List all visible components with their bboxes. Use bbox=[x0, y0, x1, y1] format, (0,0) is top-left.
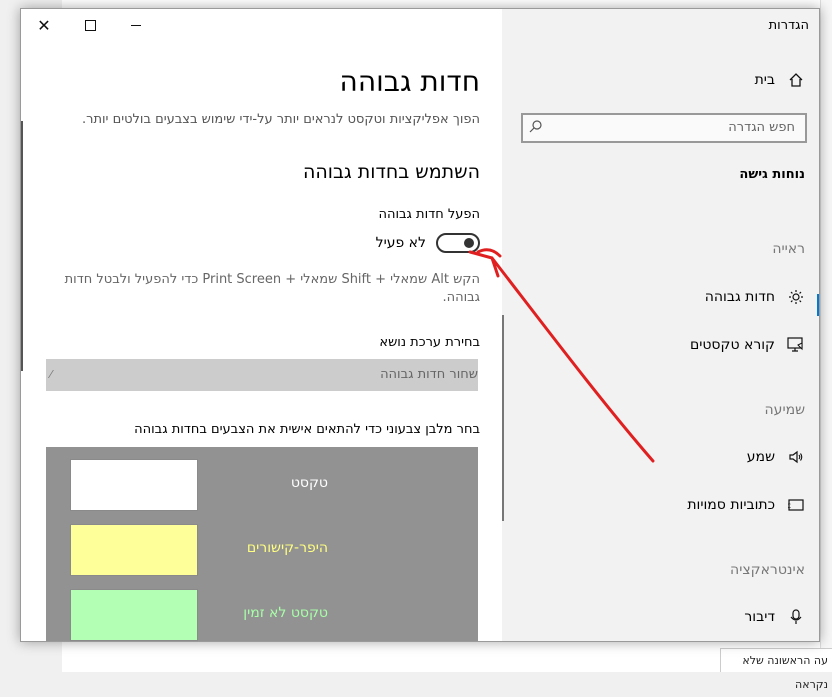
minimize-button[interactable] bbox=[113, 9, 159, 41]
search-icon bbox=[529, 119, 543, 137]
page-title: חדות גבוהה bbox=[339, 65, 480, 98]
palette-label: בחר מלבן צבעוני כדי להתאים אישית את הצבע… bbox=[134, 422, 480, 437]
background-window-edge bbox=[820, 0, 832, 672]
theme-label: בחירת ערכת נושא bbox=[379, 335, 480, 350]
nav-home-label: בית bbox=[754, 72, 775, 88]
nav-sound-label: שמע bbox=[746, 449, 775, 465]
microphone-icon bbox=[787, 608, 805, 626]
svg-text:CC: CC bbox=[788, 503, 791, 510]
high-contrast-toggle[interactable] bbox=[436, 233, 480, 253]
minimize-icon bbox=[131, 24, 141, 26]
disabled-text-color-swatch[interactable] bbox=[70, 589, 198, 641]
page-description: הפוך אפליקציות וטקסט לנראים יותר על-ידי … bbox=[81, 112, 480, 127]
nav-item-sound[interactable]: שמע bbox=[747, 448, 805, 466]
settings-window: ✕ חדות גבוהה הפוך אפליקציות וטקסט לנראים… bbox=[20, 8, 820, 642]
nav-category-interaction: אינטראקציה bbox=[730, 562, 805, 578]
search-placeholder: חפש הגדרה bbox=[728, 120, 795, 135]
app-title: הגדרות bbox=[768, 18, 809, 33]
background-footer-text: עה הראשונה שלא נקראה bbox=[720, 648, 832, 691]
nav-active-indicator bbox=[817, 294, 819, 316]
nav-narrator-label: קורא טקסטים bbox=[689, 337, 775, 353]
palette-row-hyperlinks: היפר-קישורים bbox=[58, 524, 466, 576]
theme-dropdown[interactable]: שחור חדות גבוהה ⁄ bbox=[46, 359, 478, 391]
text-color-swatch[interactable] bbox=[70, 459, 198, 511]
narrator-icon bbox=[787, 336, 805, 354]
maximize-icon bbox=[84, 19, 96, 31]
color-palette: טקסט היפר-קישורים טקסט לא זמין bbox=[46, 447, 478, 641]
speaker-icon bbox=[787, 448, 805, 466]
chevron-down-icon: ⁄ bbox=[50, 368, 52, 381]
palette-hyperlinks-label: היפר-קישורים bbox=[246, 540, 328, 556]
nav-item-narrator[interactable]: קורא טקסטים bbox=[690, 336, 805, 354]
palette-row-text: טקסט bbox=[58, 459, 466, 511]
nav-category-hearing: שמיעה bbox=[764, 402, 805, 418]
nav-group-title: נוחות גישה bbox=[739, 167, 805, 182]
brightness-icon bbox=[787, 288, 805, 306]
home-icon bbox=[787, 71, 805, 89]
nav-item-high-contrast[interactable]: חדות גבוהה bbox=[705, 288, 805, 306]
nav-speech-label: דיבור bbox=[744, 609, 775, 625]
main-pane: ✕ חדות גבוהה הפוך אפליקציות וטקסט לנראים… bbox=[21, 9, 502, 641]
main-scrollbar[interactable] bbox=[21, 121, 23, 371]
hyperlinks-color-swatch[interactable] bbox=[70, 524, 198, 576]
high-contrast-toggle-row: לא פעיל bbox=[376, 233, 480, 253]
toggle-knob bbox=[464, 238, 474, 248]
nav-item-home[interactable]: בית bbox=[755, 71, 805, 89]
section-title: השתמש בחדות גבוהה bbox=[302, 161, 480, 183]
nav-item-closed-captions[interactable]: CC כתוביות סמויות bbox=[687, 496, 805, 514]
palette-disabled-text-label: טקסט לא זמין bbox=[243, 605, 328, 621]
search-input[interactable]: חפש הגדרה bbox=[521, 113, 807, 143]
nav-scrollbar[interactable] bbox=[502, 315, 504, 521]
nav-item-speech[interactable]: דיבור bbox=[744, 608, 805, 626]
nav-high-contrast-label: חדות גבוהה bbox=[704, 289, 775, 305]
maximize-button[interactable] bbox=[67, 9, 113, 41]
toggle-state-text: לא פעיל bbox=[375, 235, 426, 251]
palette-row-disabled-text: טקסט לא זמין bbox=[58, 589, 466, 641]
navigation-pane: הגדרות בית חפש הגדרה נוחות גישה ראייה חד… bbox=[502, 9, 819, 641]
nav-captions-label: כתוביות סמויות bbox=[687, 497, 775, 513]
theme-dropdown-value: שחור חדות גבוהה bbox=[380, 367, 478, 382]
palette-text-label: טקסט bbox=[290, 475, 328, 491]
toggle-label: הפעל חדות גבוהה bbox=[378, 207, 480, 222]
close-button[interactable]: ✕ bbox=[21, 9, 67, 41]
close-icon: ✕ bbox=[37, 15, 51, 35]
nav-category-vision: ראייה bbox=[772, 241, 805, 257]
shortcut-hint: הקש Alt שמאלי + Shift שמאלי + Print Scre… bbox=[64, 272, 480, 305]
closed-captions-icon: CC bbox=[787, 496, 805, 514]
